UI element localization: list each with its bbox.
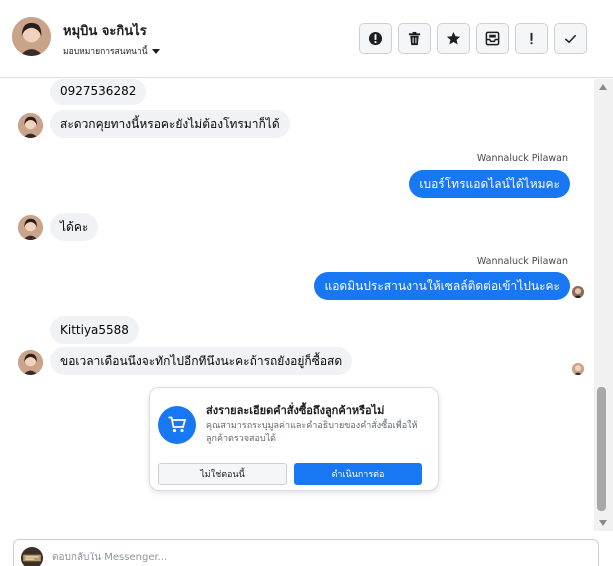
continue-button[interactable]: ดำเนินการต่อ (294, 463, 422, 485)
assign-label: มอบหมายการสนทนานี้ (63, 47, 148, 57)
card-description: คุณสามารถระบุมูลค่าและคำอธิบายของคำสั่งซ… (206, 421, 418, 445)
reply-composer (13, 539, 599, 566)
star-button[interactable] (437, 23, 470, 54)
scroll-down-arrow-icon[interactable] (599, 520, 607, 526)
message-bubble-incoming: ขอเวลาเดือนนึงจะทักไปอีกทีนึงนะคะถ้ารถยั… (50, 347, 353, 376)
contact-avatar-small (18, 113, 43, 138)
conversation-toolbar (359, 23, 587, 54)
message-bubble-incoming: สะดวกคุยทางนี้หรอคะยังไม่ต้องโทรมาก็ได้ (50, 110, 290, 139)
message-bubble-outgoing: เบอร์โทรแอดไลน์ได้ไหมคะ (409, 170, 570, 199)
trash-icon (408, 31, 421, 46)
conversation-header: หมุบิน จะกินไร มอบหมายการสนทนานี้ (0, 0, 613, 78)
alert-circle-icon (368, 31, 383, 46)
star-icon (446, 31, 461, 45)
exclamation-icon (530, 32, 533, 45)
checkmark-icon (564, 34, 577, 44)
mark-done-button[interactable] (554, 23, 587, 54)
contact-avatar-small (18, 350, 43, 375)
contact-avatar[interactable] (12, 17, 51, 56)
not-now-button[interactable]: ไม่ใช่ตอนนี้ (158, 463, 287, 485)
sender-name: Wannaluck Pilawan (476, 153, 568, 164)
assign-conversation-dropdown[interactable]: มอบหมายการสนทนานี้ (63, 44, 160, 58)
scrollbar-thumb[interactable] (597, 387, 606, 511)
alert-button[interactable] (359, 23, 392, 54)
seen-indicator-avatar (572, 286, 584, 298)
message-bubble-incoming: 0927536282 (50, 79, 147, 106)
mark-important-button[interactable] (515, 23, 548, 54)
message-thread[interactable]: 0927536282 สะดวกคุยทางนี้หรอคะยังไม่ต้อง… (0, 79, 594, 531)
message-bubble-outgoing: แอดมินประสานงานให้เซลล์ติดต่อเข้าไปนะคะ (314, 272, 570, 301)
page-avatar (21, 547, 43, 566)
card-title: ส่งรายละเอียดคำสั่งซื้อถึงลูกค้าหรือไม่ (206, 404, 385, 417)
message-bubble-incoming: ได้คะ (50, 213, 99, 242)
scroll-up-arrow-icon[interactable] (599, 84, 607, 90)
thread-scrollbar[interactable] (594, 79, 613, 531)
delete-button[interactable] (398, 23, 431, 54)
shopping-cart-icon (158, 406, 196, 444)
contact-avatar-small (18, 215, 43, 240)
message-bubble-incoming: Kittiya5588 (50, 316, 139, 345)
archive-button[interactable] (476, 23, 509, 54)
chevron-down-icon (151, 48, 160, 54)
order-details-card: ส่งรายละเอียดคำสั่งซื้อถึงลูกค้าหรือไม่ … (149, 387, 439, 491)
reply-input[interactable] (52, 552, 572, 563)
seen-indicator-avatar (572, 363, 584, 375)
sender-name: Wannaluck Pilawan (476, 256, 568, 267)
contact-name: หมุบิน จะกินไร (63, 24, 147, 39)
archive-icon (485, 31, 500, 46)
